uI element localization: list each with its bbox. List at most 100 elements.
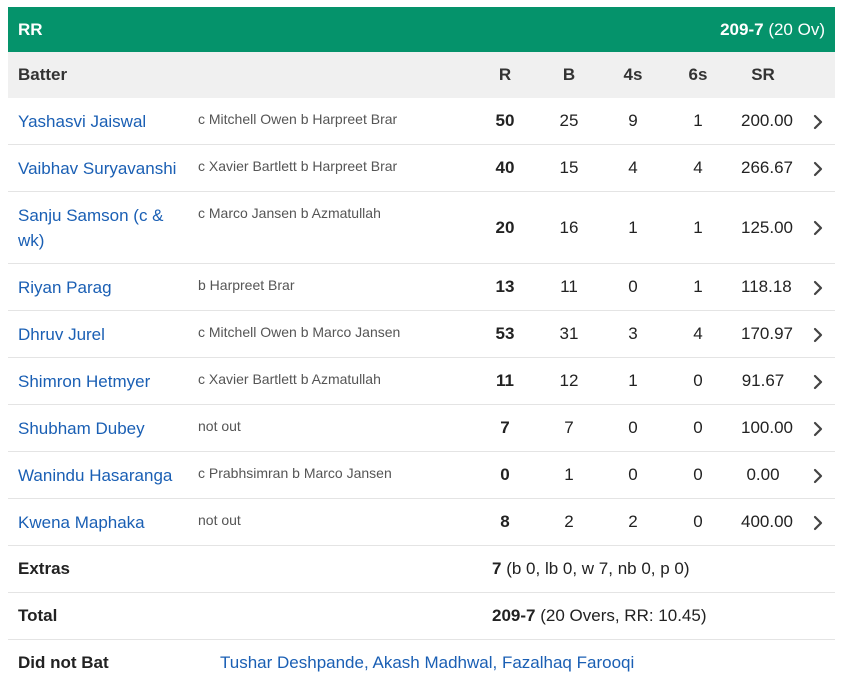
balls-value: 12	[559, 371, 579, 390]
batter-name-link[interactable]: Yashasvi Jaiswal	[18, 112, 146, 131]
chevron-right-icon[interactable]	[785, 371, 835, 391]
batter-name-cell: Shimron Hetmyer	[8, 369, 188, 394]
balls-value: 7	[564, 418, 574, 437]
total-value: 209-7 (20 Overs, RR: 10.45)	[492, 606, 707, 626]
fours-value: 1	[628, 217, 638, 237]
sixes-value: 4	[693, 324, 703, 343]
team-header: RR 209-7 (20 Ov)	[8, 7, 835, 52]
dismissal-text: not out	[198, 418, 241, 434]
chevron-right-icon[interactable]	[785, 418, 835, 438]
balls-value: 2	[564, 512, 574, 531]
balls-value: 16	[559, 217, 579, 237]
sixes-value: 0	[693, 465, 703, 484]
batter-list: Yashasvi Jaiswal c Mitchell Owen b Harpre…	[8, 98, 835, 546]
extras-label: Extras	[18, 559, 70, 578]
strike-rate-value: 100.00	[741, 418, 793, 437]
total-row: Total 209-7 (20 Overs, RR: 10.45)	[8, 593, 835, 640]
did-not-bat-player-link[interactable]: Tushar Deshpande	[220, 653, 364, 672]
batter-name-cell: Kwena Maphaka	[8, 510, 188, 535]
dismissal-text: not out	[198, 512, 241, 528]
strike-rate-value: 118.18	[741, 277, 792, 296]
strike-rate-value: 200.00	[741, 111, 793, 130]
batter-name-link[interactable]: Sanju Samson (c & wk)	[18, 206, 164, 250]
batter-row[interactable]: Riyan Parag b Harpreet Brar 13 11 0 1 118.18	[8, 264, 835, 311]
batter-name-link[interactable]: Kwena Maphaka	[18, 513, 145, 532]
fours-value: 0	[628, 418, 638, 437]
batter-row[interactable]: Kwena Maphaka not out 8 2 2 0 400.00	[8, 499, 835, 546]
runs-value: 53	[495, 324, 515, 343]
chevron-right-icon[interactable]	[785, 277, 835, 297]
chevron-right-icon[interactable]	[785, 218, 835, 238]
batter-name-cell: Sanju Samson (c & wk)	[8, 203, 188, 253]
batter-name-link[interactable]: Shimron Hetmyer	[18, 372, 150, 391]
batter-row[interactable]: Shubham Dubey not out 7 7 0 0 100.00	[8, 405, 835, 452]
column-header-row: Batter R B 4s 6s SR	[8, 52, 835, 98]
column-header-strike-rate: SR	[751, 65, 775, 84]
extras-row: Extras 7 (b 0, lb 0, w 7, nb 0, p 0)	[8, 546, 835, 593]
team-name: RR	[18, 19, 43, 39]
total-detail: (20 Overs, RR: 10.45)	[540, 606, 707, 625]
balls-value: 15	[559, 158, 579, 177]
runs-value: 40	[495, 158, 515, 177]
batter-name-cell: Wanindu Hasaranga	[8, 463, 188, 488]
batter-name-link[interactable]: Dhruv Jurel	[18, 325, 105, 344]
sixes-value: 1	[693, 111, 703, 130]
batter-name-link[interactable]: Wanindu Hasaranga	[18, 466, 172, 485]
extras-value: 7 (b 0, lb 0, w 7, nb 0, p 0)	[492, 559, 690, 579]
chevron-right-icon[interactable]	[785, 324, 835, 344]
runs-value: 11	[496, 371, 514, 390]
runs-value: 13	[495, 277, 515, 296]
fours-value: 3	[628, 324, 638, 343]
did-not-bat-player-link[interactable]: Fazalhaq Farooqi	[502, 653, 634, 672]
scorecard: RR 209-7 (20 Ov) Batter R B 4s 6s SR Yas…	[8, 7, 835, 686]
team-score: 209-7 (20 Ov)	[720, 20, 825, 40]
sixes-value: 0	[693, 418, 703, 437]
chevron-right-icon[interactable]	[785, 512, 835, 532]
runs-value: 0	[500, 465, 510, 484]
balls-value: 25	[559, 111, 579, 130]
sixes-value: 1	[693, 217, 703, 237]
team-score-runs: 209-7	[720, 19, 764, 39]
batter-name-link[interactable]: Vaibhav Suryavanshi	[18, 159, 176, 178]
list-separator: ,	[492, 653, 502, 672]
column-header-runs: R	[498, 65, 512, 84]
strike-rate-value: 400.00	[741, 512, 793, 531]
batter-row[interactable]: Yashasvi Jaiswal c Mitchell Owen b Harpre…	[8, 98, 835, 145]
batter-name-link[interactable]: Riyan Parag	[18, 278, 112, 297]
sixes-value: 0	[693, 512, 703, 531]
fours-value: 4	[628, 158, 638, 177]
strike-rate-value: 91.67	[741, 371, 785, 390]
balls-value: 31	[559, 324, 579, 343]
dismissal-text: c Mitchell Owen b Harpreet Brar	[198, 111, 398, 127]
batter-row[interactable]: Sanju Samson (c & wk) c Marco Jansen b Az…	[8, 192, 835, 264]
batter-name-link[interactable]: Shubham Dubey	[18, 419, 145, 438]
did-not-bat-list: Tushar Deshpande, Akash Madhwal, Fazalha…	[220, 653, 634, 673]
fours-value: 1	[628, 371, 638, 390]
column-header-balls: B	[562, 65, 576, 84]
batter-row[interactable]: Shimron Hetmyer c Xavier Bartlett b Azmat…	[8, 358, 835, 405]
dismissal-text: c Xavier Bartlett b Harpreet Brar	[198, 158, 398, 174]
fours-value: 0	[628, 465, 638, 484]
dismissal-text: b Harpreet Brar	[198, 277, 295, 293]
strike-rate-value: 125.00	[741, 217, 793, 237]
batter-name-cell: Shubham Dubey	[8, 416, 188, 441]
total-score: 209-7	[492, 606, 536, 625]
fours-value: 9	[628, 111, 638, 130]
fours-value: 2	[628, 512, 638, 531]
chevron-right-icon[interactable]	[785, 111, 835, 131]
batter-name-cell: Riyan Parag	[8, 275, 188, 300]
batter-row[interactable]: Dhruv Jurel c Mitchell Owen b Marco Janse…	[8, 311, 835, 358]
did-not-bat-player-link[interactable]: Akash Madhwal	[372, 653, 492, 672]
total-label: Total	[18, 606, 58, 625]
balls-value: 1	[564, 465, 574, 484]
strike-rate-value: 170.97	[741, 324, 793, 343]
batter-row[interactable]: Wanindu Hasaranga c Prabhsimran b Marco J…	[8, 452, 835, 499]
dismissal-text: c Marco Jansen b Azmatullah	[198, 205, 381, 221]
sixes-value: 1	[693, 277, 703, 296]
runs-value: 20	[495, 217, 515, 237]
runs-value: 8	[500, 512, 510, 531]
batter-row[interactable]: Vaibhav Suryavanshi c Xavier Bartlett b H…	[8, 145, 835, 192]
chevron-right-icon[interactable]	[785, 465, 835, 485]
did-not-bat-label: Did not Bat	[18, 653, 109, 672]
chevron-right-icon[interactable]	[785, 158, 835, 178]
